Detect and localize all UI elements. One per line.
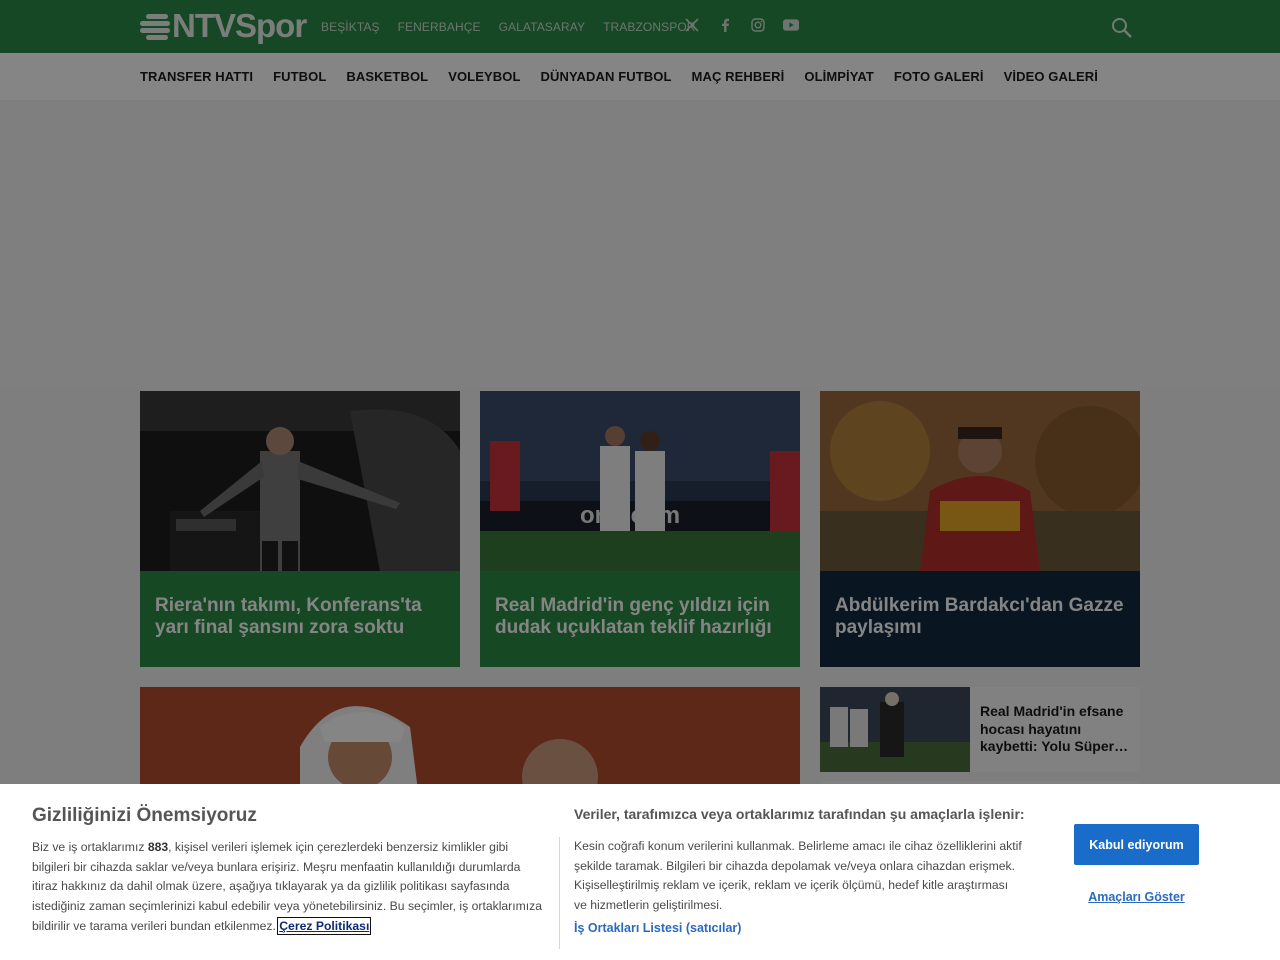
cookie-policy-link[interactable]: Çerez Politikası: [277, 916, 372, 935]
consent-purposes-text: Kesin coğrafi konum verilerini kullanmak…: [574, 839, 1022, 913]
cookie-consent-banner: Gizliliğinizi Önemsiyoruz Biz ve iş orta…: [0, 784, 1280, 960]
consent-title: Gizliliğinizi Önemsiyoruz: [32, 805, 257, 826]
show-purposes-link[interactable]: Amaçları Göster: [1074, 890, 1199, 904]
consent-body-prefix: Biz ve iş ortaklarımız: [32, 840, 148, 854]
accept-button[interactable]: Kabul ediyorum: [1074, 824, 1199, 865]
partner-count: 883: [147, 840, 169, 854]
consent-divider: [559, 837, 560, 949]
consent-purposes-heading: Veriler, tarafımızca veya ortaklarımız t…: [574, 806, 1025, 822]
partners-list-link[interactable]: İş Ortakları Listesi (satıcılar): [574, 921, 741, 935]
consent-description: Biz ve iş ortaklarımız 883, kişisel veri…: [32, 838, 547, 937]
